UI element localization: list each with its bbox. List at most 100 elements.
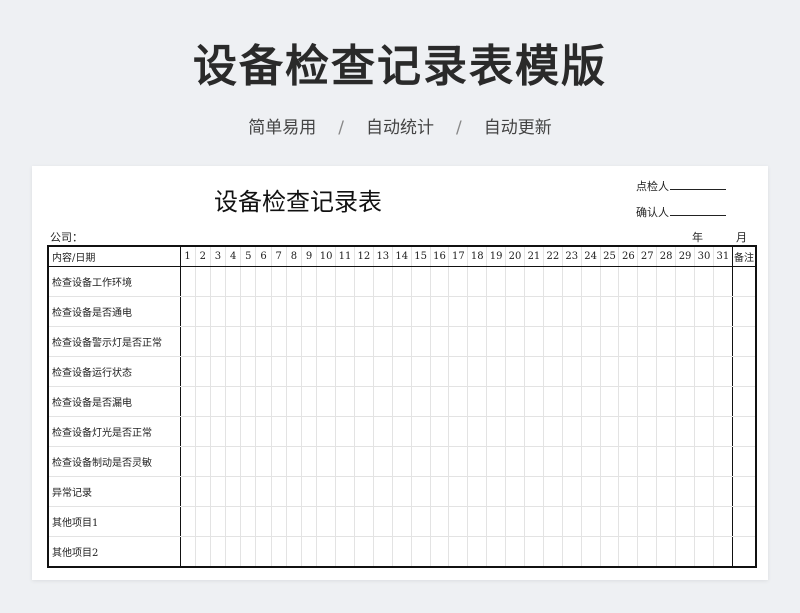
check-cell[interactable]	[599, 386, 620, 417]
check-cell[interactable]	[270, 446, 287, 477]
check-cell[interactable]	[656, 266, 677, 297]
check-cell[interactable]	[694, 446, 714, 477]
check-cell[interactable]	[618, 446, 639, 477]
check-cell[interactable]	[194, 446, 211, 477]
check-cell[interactable]	[599, 416, 620, 447]
check-cell[interactable]	[179, 356, 196, 387]
check-cell[interactable]	[542, 476, 563, 507]
check-cell[interactable]	[580, 476, 601, 507]
check-cell[interactable]	[372, 356, 393, 387]
check-cell[interactable]	[255, 416, 272, 447]
check-cell[interactable]	[599, 476, 620, 507]
check-cell[interactable]	[486, 266, 507, 297]
check-cell[interactable]	[505, 476, 525, 507]
check-cell[interactable]	[618, 356, 639, 387]
check-cell[interactable]	[353, 416, 374, 447]
check-cell[interactable]	[429, 266, 450, 297]
check-cell[interactable]	[179, 266, 196, 297]
check-cell[interactable]	[270, 416, 287, 447]
check-cell[interactable]	[285, 356, 303, 387]
check-cell[interactable]	[712, 326, 733, 357]
check-cell[interactable]	[270, 356, 287, 387]
check-cell[interactable]	[391, 266, 412, 297]
check-cell[interactable]	[391, 416, 412, 447]
check-cell[interactable]	[179, 446, 196, 477]
check-cell[interactable]	[429, 386, 450, 417]
check-cell[interactable]	[637, 326, 658, 357]
check-cell[interactable]	[429, 476, 450, 507]
check-cell[interactable]	[255, 386, 272, 417]
check-cell[interactable]	[391, 326, 412, 357]
check-cell[interactable]	[580, 356, 601, 387]
check-cell[interactable]	[694, 296, 714, 327]
check-cell[interactable]	[618, 296, 639, 327]
check-cell[interactable]	[712, 536, 733, 568]
check-cell[interactable]	[240, 266, 257, 297]
remark-cell[interactable]	[731, 326, 757, 357]
check-cell[interactable]	[599, 446, 620, 477]
check-cell[interactable]	[637, 356, 658, 387]
check-cell[interactable]	[580, 326, 601, 357]
check-cell[interactable]	[179, 476, 196, 507]
remark-cell[interactable]	[731, 446, 757, 477]
check-cell[interactable]	[599, 536, 620, 568]
check-cell[interactable]	[523, 386, 544, 417]
check-cell[interactable]	[712, 416, 733, 447]
check-cell[interactable]	[410, 506, 431, 537]
check-cell[interactable]	[335, 326, 355, 357]
check-cell[interactable]	[410, 386, 431, 417]
check-cell[interactable]	[316, 446, 337, 477]
check-cell[interactable]	[561, 356, 582, 387]
check-cell[interactable]	[240, 536, 257, 568]
check-cell[interactable]	[353, 446, 374, 477]
check-cell[interactable]	[580, 446, 601, 477]
check-cell[interactable]	[542, 536, 563, 568]
remark-cell[interactable]	[731, 416, 757, 447]
check-cell[interactable]	[209, 476, 227, 507]
check-cell[interactable]	[300, 326, 318, 357]
check-cell[interactable]	[448, 506, 469, 537]
check-cell[interactable]	[255, 356, 272, 387]
check-cell[interactable]	[580, 266, 601, 297]
check-cell[interactable]	[209, 536, 227, 568]
check-cell[interactable]	[255, 476, 272, 507]
check-cell[interactable]	[486, 416, 507, 447]
check-cell[interactable]	[225, 296, 242, 327]
check-cell[interactable]	[467, 386, 488, 417]
check-cell[interactable]	[486, 386, 507, 417]
check-cell[interactable]	[225, 536, 242, 568]
check-cell[interactable]	[255, 536, 272, 568]
check-cell[interactable]	[372, 506, 393, 537]
check-cell[interactable]	[255, 446, 272, 477]
check-cell[interactable]	[270, 386, 287, 417]
check-cell[interactable]	[505, 536, 525, 568]
check-cell[interactable]	[505, 356, 525, 387]
check-cell[interactable]	[372, 326, 393, 357]
check-cell[interactable]	[194, 326, 211, 357]
check-cell[interactable]	[285, 416, 303, 447]
check-cell[interactable]	[523, 416, 544, 447]
check-cell[interactable]	[300, 506, 318, 537]
check-cell[interactable]	[694, 506, 714, 537]
check-cell[interactable]	[225, 386, 242, 417]
check-cell[interactable]	[523, 446, 544, 477]
check-cell[interactable]	[391, 296, 412, 327]
check-cell[interactable]	[675, 386, 695, 417]
check-cell[interactable]	[255, 266, 272, 297]
check-cell[interactable]	[561, 416, 582, 447]
check-cell[interactable]	[561, 536, 582, 568]
remark-cell[interactable]	[731, 266, 757, 297]
check-cell[interactable]	[467, 326, 488, 357]
check-cell[interactable]	[542, 506, 563, 537]
check-cell[interactable]	[448, 446, 469, 477]
check-cell[interactable]	[194, 416, 211, 447]
check-cell[interactable]	[656, 476, 677, 507]
check-cell[interactable]	[209, 326, 227, 357]
check-cell[interactable]	[467, 266, 488, 297]
check-cell[interactable]	[429, 296, 450, 327]
check-cell[interactable]	[599, 266, 620, 297]
check-cell[interactable]	[391, 386, 412, 417]
check-cell[interactable]	[209, 356, 227, 387]
check-cell[interactable]	[599, 506, 620, 537]
check-cell[interactable]	[300, 296, 318, 327]
